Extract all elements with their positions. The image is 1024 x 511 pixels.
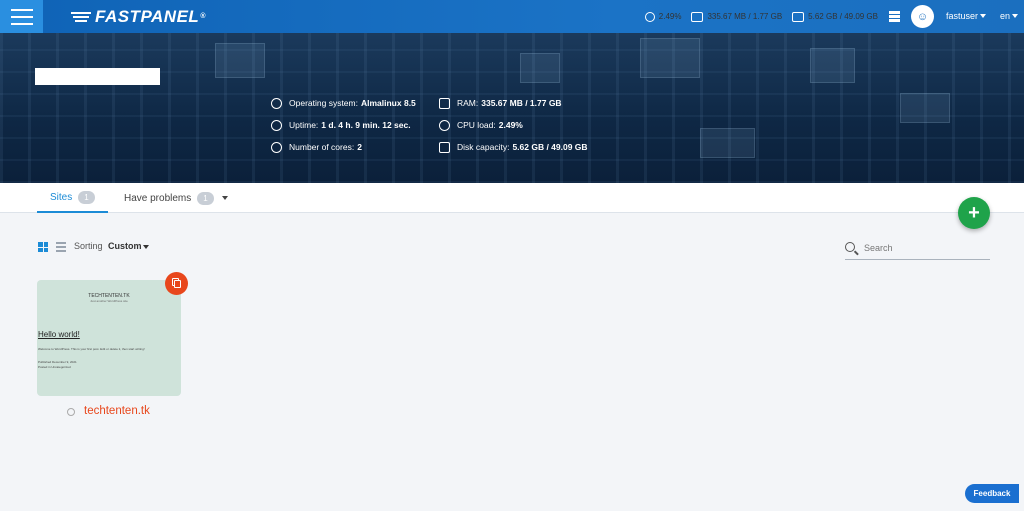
- language-selector[interactable]: en: [1000, 11, 1010, 21]
- site-card-preview[interactable]: TECHTENTEN.TK Just another WordPress sit…: [37, 280, 181, 396]
- cpu-icon: [644, 11, 655, 22]
- ram-info: RAM: 335.67 MB / 1.77 GB: [439, 97, 588, 109]
- ram-icon: [691, 11, 704, 22]
- preview-published: Published December 9, 2021: [38, 360, 77, 364]
- preview-tagline: Just another WordPress site: [90, 299, 128, 303]
- site-status-icon: [67, 408, 75, 416]
- tabs-bar: Sites 1 Have problems 1: [0, 183, 1024, 213]
- disk-icon: [439, 141, 450, 153]
- top-ram-stat: 335.67 MB / 1.77 GB: [691, 11, 783, 22]
- disk-icon: [792, 11, 805, 22]
- top-cpu-value: 2.49%: [658, 12, 682, 21]
- disk-info: Disk capacity: 5.62 GB / 49.09 GB: [439, 141, 588, 153]
- grid-view-icon[interactable]: [38, 242, 48, 252]
- logo-mark-icon: [71, 10, 93, 24]
- cpu-icon: [439, 119, 450, 131]
- tab-have-problems-count: 1: [197, 191, 214, 205]
- hidden-server-name: [35, 68, 160, 85]
- cpu-info: CPU load: 2.49%: [439, 119, 588, 131]
- tab-have-problems-label: Have problems: [124, 192, 192, 204]
- sorting-label: Sorting: [74, 241, 103, 251]
- server-info-right: RAM: 335.67 MB / 1.77 GB CPU load: 2.49% D…: [439, 97, 588, 163]
- os-info: Operating system: Almalinux 8.5: [271, 97, 416, 109]
- preview-text: Welcome to WordPress. This is your first…: [38, 347, 145, 351]
- cores-info: Number of cores: 2: [271, 141, 416, 153]
- server-info-left: Operating system: Almalinux 8.5 Uptime: 1 …: [271, 97, 416, 163]
- list-view-icon[interactable]: [56, 242, 66, 252]
- search-icon: [845, 242, 855, 252]
- chevron-down-icon[interactable]: [221, 196, 228, 200]
- hamburger-menu-button[interactable]: [0, 0, 43, 33]
- user-name[interactable]: fastuser: [946, 11, 978, 21]
- top-ram-value: 335.67 MB / 1.77 GB: [707, 12, 783, 21]
- search-box: [845, 239, 990, 260]
- sorting-chevron-down-icon[interactable]: [143, 245, 149, 249]
- brand-name: FASTPANEL: [95, 6, 200, 26]
- tab-have-problems[interactable]: Have problems 1: [124, 183, 228, 213]
- top-disk-stat: 5.62 GB / 49.09 GB: [792, 11, 878, 22]
- add-site-button[interactable]: +: [958, 197, 990, 229]
- top-stats: 2.49% 335.67 MB / 1.77 GB 5.62 GB / 49.0…: [641, 0, 878, 33]
- feedback-button[interactable]: Feedback: [965, 484, 1019, 503]
- uptime-info: Uptime: 1 d. 4 h. 9 min. 12 sec.: [271, 119, 416, 131]
- brand-mark: ®: [200, 13, 206, 20]
- language-chevron-down-icon[interactable]: [1012, 14, 1018, 18]
- top-disk-value: 5.62 GB / 49.09 GB: [808, 12, 878, 21]
- tab-sites[interactable]: Sites 1: [37, 183, 108, 213]
- copy-icon[interactable]: [165, 272, 188, 295]
- sorting-select[interactable]: Custom: [108, 241, 142, 251]
- preview-category: Posted in Uncategorized: [38, 365, 71, 369]
- server-icon[interactable]: [889, 11, 900, 22]
- tab-sites-count: 1: [78, 190, 95, 204]
- top-cpu-stat: 2.49%: [644, 11, 682, 22]
- fastpanel-logo[interactable]: FASTPANEL ®: [71, 7, 206, 27]
- search-input[interactable]: [864, 241, 984, 255]
- preview-hello-world: Hello world!: [38, 330, 80, 339]
- user-chevron-down-icon[interactable]: [980, 14, 986, 18]
- user-avatar-icon[interactable]: ☺: [911, 5, 934, 28]
- ram-icon: [439, 97, 450, 109]
- server-hero-banner: Operating system: Almalinux 8.5 Uptime: 1 …: [0, 33, 1024, 183]
- site-domain-link[interactable]: techtenten.tk: [84, 405, 150, 417]
- tab-sites-label: Sites: [50, 191, 73, 203]
- cores-icon: [271, 141, 282, 153]
- uptime-icon: [271, 119, 282, 131]
- os-icon: [271, 97, 282, 109]
